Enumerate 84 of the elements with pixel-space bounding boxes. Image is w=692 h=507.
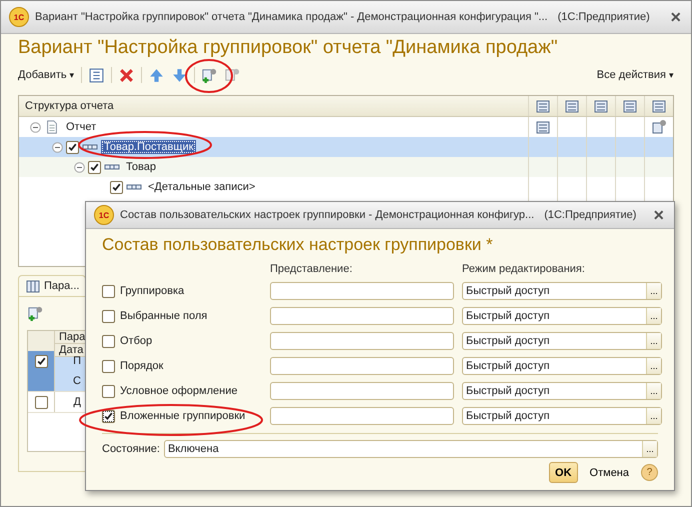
checkbox[interactable] (102, 410, 115, 422)
tree-item[interactable]: <Детальные записи> (145, 180, 258, 194)
collapse-toggle-icon[interactable] (52, 142, 63, 152)
presentation-field[interactable] (270, 407, 454, 425)
tab-label: Пара... (44, 280, 80, 292)
form-heading: Вариант "Настройка группировок" отчета "Динамика продаж" (18, 37, 559, 59)
dialog-title: Состав пользовательских настроек группировки - Демонстрационная конфигур... (120, 209, 534, 221)
checkbox[interactable] (88, 160, 101, 174)
checkbox[interactable] (102, 310, 115, 322)
fields-icon (535, 119, 551, 135)
checkbox[interactable] (34, 396, 48, 409)
state-label: Состояние: (102, 443, 160, 455)
choose-button[interactable]: ... (646, 358, 661, 374)
checkbox-label[interactable]: Порядок (120, 360, 164, 372)
column-header: Структура отчета (24, 99, 115, 114)
choose-button[interactable]: ... (646, 333, 661, 349)
column-icon (535, 98, 551, 114)
column-label: Представление: (270, 263, 354, 275)
list-icon[interactable] (88, 66, 105, 84)
checkbox[interactable] (66, 140, 79, 154)
tree-item[interactable]: Товар (123, 160, 159, 174)
checkbox-label[interactable]: Отбор (120, 335, 152, 347)
add-button[interactable]: Добавить ▾ (18, 67, 75, 83)
app-logo: 1С (94, 205, 114, 225)
table-cell-text: Д (72, 395, 82, 410)
tree-item[interactable]: Отчет (63, 120, 100, 134)
help-button[interactable]: ? (641, 464, 658, 481)
dialog-app-name: (1С:Предприятие) (544, 209, 636, 221)
cancel-button[interactable]: Отмена (584, 466, 635, 480)
mode-field[interactable]: Быстрый доступ ... (462, 307, 662, 325)
table-cell-text: П (73, 355, 81, 369)
close-button[interactable]: × (668, 6, 683, 28)
collapse-toggle-icon[interactable] (74, 162, 85, 172)
table-icon (25, 278, 41, 294)
presentation-field[interactable] (270, 282, 454, 300)
presentation-field[interactable] (270, 307, 454, 325)
checkbox[interactable] (102, 284, 115, 298)
arrow-down-icon[interactable] (170, 66, 188, 84)
collapse-toggle-icon[interactable] (30, 122, 41, 132)
column-icon (651, 98, 667, 114)
checkbox-label[interactable]: Выбранные поля (120, 310, 208, 322)
settings-icon (651, 119, 667, 135)
checkbox-label[interactable]: Группировка (120, 285, 184, 297)
mode-field[interactable]: Быстрый доступ ... (462, 382, 662, 400)
choose-button[interactable]: ... (642, 441, 657, 457)
mode-field[interactable]: Быстрый доступ ... (462, 357, 662, 375)
mode-field[interactable]: Быстрый доступ ... (462, 282, 662, 300)
window-app-name: (1С:Предприятие) (558, 11, 650, 23)
add-settings-icon[interactable] (200, 66, 218, 84)
column-icon (622, 98, 638, 114)
table-cell-text: С (72, 374, 82, 389)
choose-button[interactable]: ... (646, 408, 661, 424)
arrow-up-icon[interactable] (148, 66, 165, 84)
checkbox[interactable] (34, 355, 48, 368)
presentation-field[interactable] (270, 382, 454, 400)
app-logo: 1С (9, 7, 29, 27)
checkbox[interactable] (102, 334, 115, 348)
checkbox[interactable] (102, 360, 115, 372)
delete-icon[interactable] (118, 66, 135, 84)
choose-button[interactable]: ... (646, 283, 661, 299)
choose-button[interactable]: ... (646, 308, 661, 324)
column-icon (564, 98, 580, 114)
column-icon (593, 98, 609, 114)
state-field[interactable]: Включена ... (164, 440, 658, 458)
window-title: Вариант "Настройка группировок" отчета "Динамика продаж" - Демонстрационная конфигурация "... (35, 11, 548, 23)
checkbox[interactable] (102, 384, 115, 398)
mode-field[interactable]: Быстрый доступ ... (462, 332, 662, 350)
ok-button[interactable]: OK (549, 462, 578, 483)
checkbox[interactable] (110, 180, 123, 194)
choose-button[interactable]: ... (646, 383, 661, 399)
presentation-field[interactable] (270, 332, 454, 350)
settings-icon[interactable] (224, 66, 241, 84)
close-button[interactable]: × (651, 204, 666, 226)
tree-item[interactable]: Товар.Поставщик (101, 140, 196, 154)
dialog-heading: Состав пользовательских настроек группировки * (102, 235, 494, 255)
checkbox-label[interactable]: Условное оформление (120, 385, 238, 397)
mode-field[interactable]: Быстрый доступ ... (462, 407, 662, 425)
presentation-field[interactable] (270, 357, 454, 375)
add-settings-icon[interactable] (27, 305, 44, 322)
all-actions-button[interactable]: Все действия ▾ (596, 67, 674, 83)
column-label: Режим редактирования: (462, 263, 586, 275)
annotation-ellipse (183, 57, 235, 95)
parameters-tab[interactable]: Пара... (18, 275, 86, 296)
document-icon (44, 120, 60, 134)
